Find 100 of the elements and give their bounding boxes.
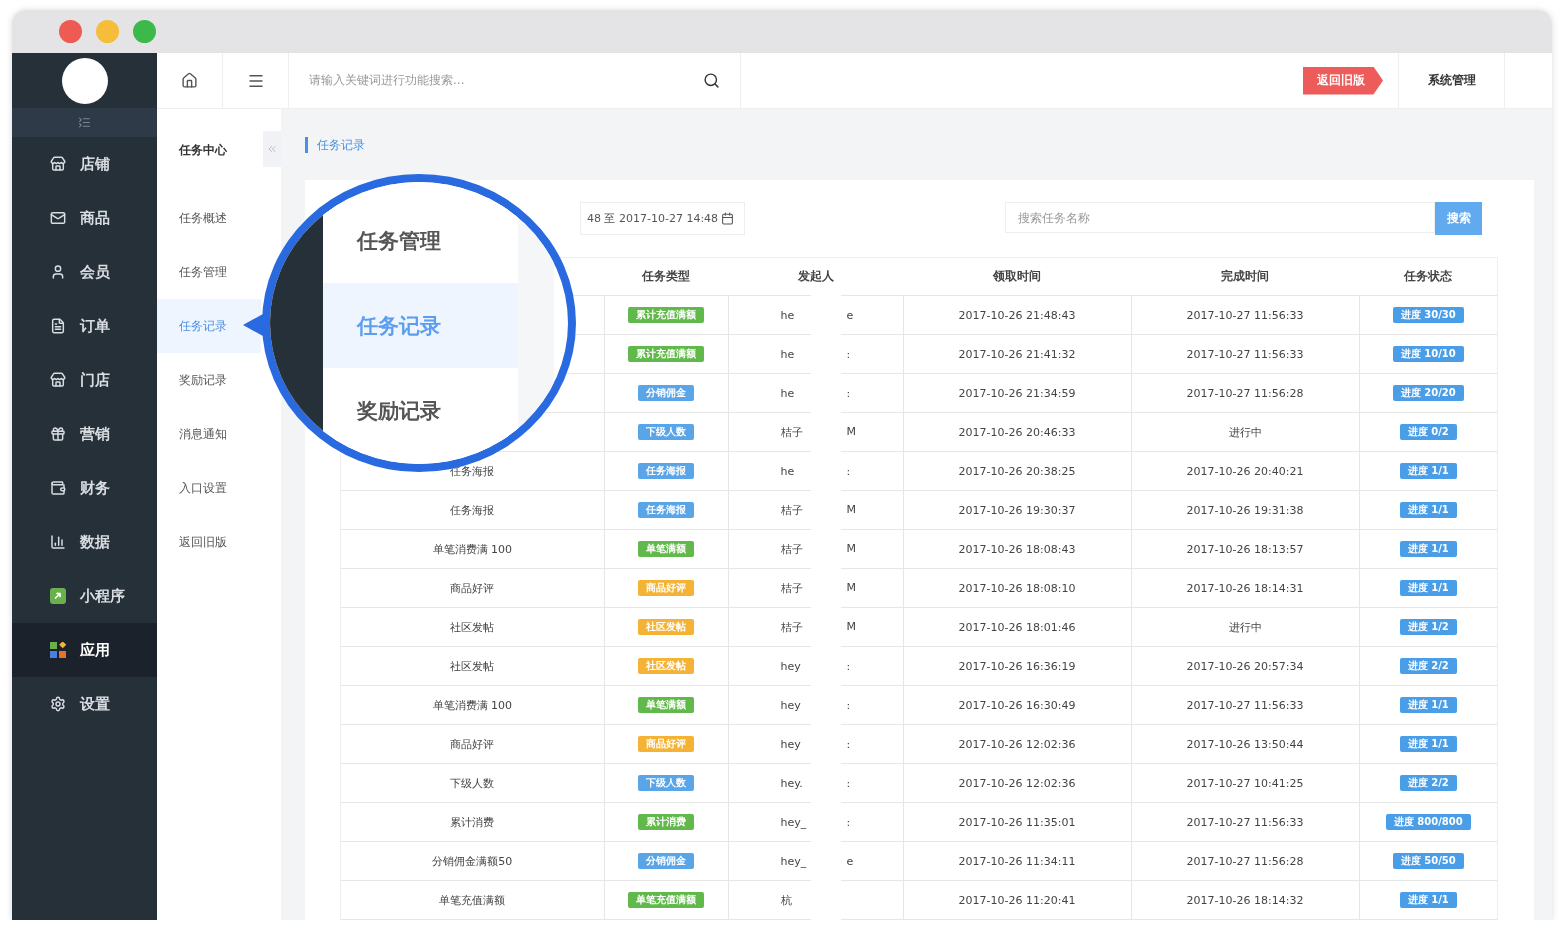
status-tag: 进度 50/50 <box>1392 853 1464 869</box>
sidebar-item[interactable]: 会员 <box>12 245 157 299</box>
task-name: 累计消费 <box>450 815 495 829</box>
initiator-text: hey. <box>780 776 803 790</box>
task-type-tag: 商品好评 <box>638 736 694 752</box>
status-tag: 进度 1/1 <box>1399 502 1457 518</box>
received-time: 2017-10-26 21:34:59 <box>958 386 1076 400</box>
initiator-text: 杭 <box>780 892 792 908</box>
task-type-tag: 社区发帖 <box>638 619 694 635</box>
sidebar-item[interactable]: 数据 <box>12 515 157 569</box>
subnav-item[interactable]: 返回旧版 <box>157 515 261 569</box>
sidebar-item[interactable]: 小程序 <box>12 569 157 623</box>
task-type-tag: 任务海报 <box>638 502 694 518</box>
wallet-icon <box>50 480 66 496</box>
received-time: 2017-10-26 12:02:36 <box>958 776 1076 790</box>
initiator-text: hey_ <box>780 815 807 829</box>
column-header: 任务类型 <box>604 258 728 296</box>
received-time: 2017-10-26 11:20:41 <box>958 893 1076 907</box>
task-name: 商品好评 <box>450 737 495 751</box>
task-type-tag: 商品好评 <box>638 580 694 596</box>
received-time: 2017-10-26 11:34:11 <box>958 854 1076 868</box>
completed-time: 2017-10-26 18:13:57 <box>1186 542 1304 556</box>
initiator-tail-text: e <box>846 308 854 322</box>
maximize-button[interactable] <box>133 20 156 43</box>
sidebar-item[interactable]: 门店 <box>12 353 157 407</box>
subnav-item[interactable]: 消息通知 <box>157 407 261 461</box>
column-header: 任务状态 <box>1359 258 1497 296</box>
home-icon <box>181 72 198 89</box>
task-name: 任务海报 <box>450 503 495 517</box>
initiator-text: 桔子 <box>780 541 803 557</box>
task-name: 单笔充值满额 <box>439 893 506 907</box>
initiator-tail-text: M <box>846 580 856 596</box>
sidebar-item[interactable]: 店铺 <box>12 137 157 191</box>
collapse-tab[interactable] <box>263 131 281 167</box>
completed-time: 2017-10-26 19:31:38 <box>1186 503 1304 517</box>
initiator-text: 桔子 <box>780 619 803 635</box>
column-header: 领取时间 <box>903 258 1131 296</box>
task-type-tag: 单笔满额 <box>638 697 694 713</box>
initiator-text: hey_ <box>780 854 807 868</box>
completed-time: 2017-10-27 11:56:33 <box>1186 347 1304 361</box>
sidebar-item[interactable]: 设置 <box>12 677 157 731</box>
completed-time: 2017-10-26 20:57:34 <box>1186 659 1304 673</box>
close-button[interactable] <box>59 20 82 43</box>
initiator-text: he <box>780 386 795 400</box>
task-type-tag: 分销佣金 <box>638 853 694 869</box>
sidebar-item[interactable]: 应用 <box>12 623 157 677</box>
completed-time: 2017-10-27 11:56:33 <box>1186 308 1304 322</box>
completed-time: 2017-10-26 20:40:21 <box>1186 464 1304 478</box>
sidebar-item[interactable]: 营销 <box>12 407 157 461</box>
status-tag: 进度 1/1 <box>1399 541 1457 557</box>
task-search-field[interactable]: 搜索任务名称 <box>1005 202 1435 233</box>
initiator-tail-text: M <box>846 424 856 440</box>
initiator-tail-text: M <box>846 502 856 518</box>
initiator-tail-text: M <box>846 541 856 557</box>
task-name: 单笔消费满 100 <box>432 542 512 556</box>
received-time: 2017-10-26 16:36:19 <box>958 659 1076 673</box>
status-tag: 进度 30/30 <box>1392 307 1464 323</box>
subnav-item[interactable]: 任务概述 <box>157 191 261 245</box>
completed-time: 2017-10-26 13:50:44 <box>1186 737 1304 751</box>
received-time: 2017-10-26 21:48:43 <box>958 308 1076 322</box>
initiator-tail-text: : <box>846 464 851 478</box>
status-tag: 进度 1/1 <box>1399 892 1457 908</box>
initiator-tail-text: e <box>846 854 854 868</box>
bar-chart-icon <box>50 534 66 550</box>
status-tag: 进度 0/2 <box>1399 424 1457 440</box>
subnav-item[interactable]: 任务管理 <box>157 245 261 299</box>
task-name: 下级人数 <box>450 776 495 790</box>
system-menu[interactable]: 系统管理 <box>1398 53 1505 108</box>
initiator-tail-text: : <box>846 815 851 829</box>
completed-time: 进行中 <box>1228 620 1262 634</box>
received-time: 2017-10-26 21:41:32 <box>958 347 1076 361</box>
received-time: 2017-10-26 11:35:01 <box>958 815 1076 829</box>
task-type-tag: 单笔充值满额 <box>628 892 704 908</box>
initiator-tail-text: : <box>846 386 851 400</box>
sidebar-item[interactable]: 订单 <box>12 299 157 353</box>
minimize-button[interactable] <box>96 20 119 43</box>
task-name: 社区发帖 <box>450 659 495 673</box>
sidebar-item[interactable]: 商品 <box>12 191 157 245</box>
received-time: 2017-10-26 20:46:33 <box>958 425 1076 439</box>
subnav-item[interactable]: 奖励记录 <box>157 353 261 407</box>
completed-time: 2017-10-27 10:41:25 <box>1186 776 1304 790</box>
chevrons-left-icon <box>266 143 278 155</box>
received-time: 2017-10-26 18:08:43 <box>958 542 1076 556</box>
task-type-tag: 分销佣金 <box>638 385 694 401</box>
status-tag: 进度 1/1 <box>1399 580 1457 596</box>
gift-icon <box>50 426 66 442</box>
received-time: 2017-10-26 18:08:10 <box>958 581 1076 595</box>
task-type-tag: 累计充值满额 <box>628 346 704 362</box>
task-name: 社区发帖 <box>450 620 495 634</box>
sidebar-item[interactable]: 财务 <box>12 461 157 515</box>
date-range-field[interactable]: 48 至 2017-10-27 14:48 <box>580 202 746 235</box>
subnav-item[interactable]: 入口设置 <box>157 461 261 515</box>
status-tag: 进度 2/2 <box>1399 775 1457 791</box>
task-type-tag: 累计充值满额 <box>628 307 704 323</box>
store-icon <box>50 372 66 388</box>
breadcrumb: 任务记录 <box>305 136 365 153</box>
received-time: 2017-10-26 12:02:36 <box>958 737 1076 751</box>
search-icon <box>703 72 720 89</box>
status-tag: 进度 1/2 <box>1399 619 1457 635</box>
received-time: 2017-10-26 19:30:37 <box>958 503 1076 517</box>
